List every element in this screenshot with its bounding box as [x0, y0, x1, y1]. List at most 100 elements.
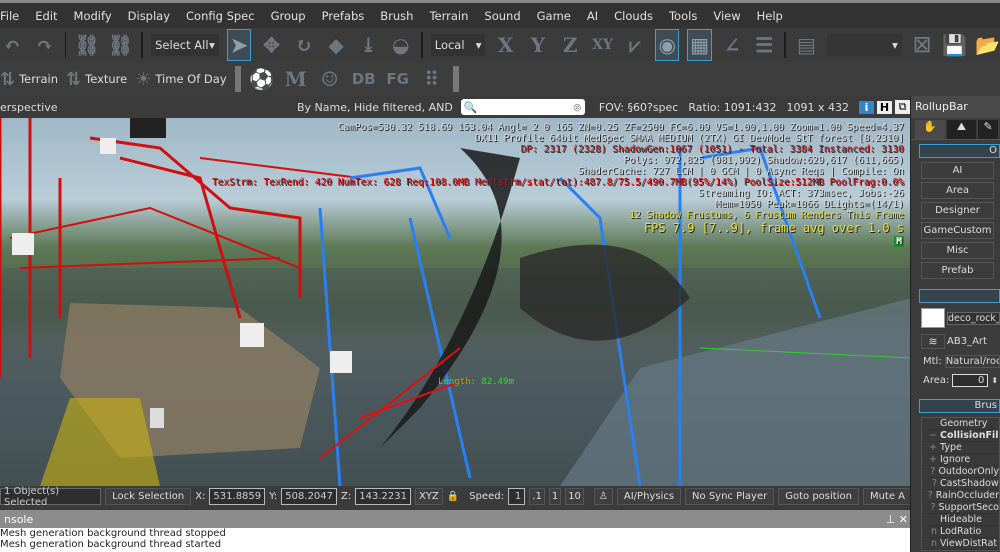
material-field[interactable]: Natural/rock: [944, 355, 1000, 368]
character-icon[interactable]: ☺: [317, 64, 343, 94]
property-row[interactable]: ? OutdoorOnly: [922, 466, 999, 478]
object-name-field[interactable]: deco_rock_f: [947, 311, 1000, 325]
property-row[interactable]: + Ignore: [922, 454, 999, 466]
object-type-designer-button[interactable]: Designer: [921, 202, 994, 219]
expand-icon[interactable]: +: [922, 442, 940, 453]
terrain-button[interactable]: ⇅ Terrain: [0, 69, 58, 90]
angle-snap-icon[interactable]: ∠: [720, 30, 744, 60]
brush-params-header[interactable]: Brus: [919, 399, 1000, 413]
collapse-icon[interactable]: −: [922, 430, 940, 441]
save-selection-icon[interactable]: 💾: [942, 30, 967, 60]
unlink-icon[interactable]: ⛓: [108, 30, 133, 60]
property-row[interactable]: − CollisionFil: [922, 430, 999, 442]
object-color-swatch[interactable]: [921, 308, 945, 328]
delete-selection-icon[interactable]: ☒: [910, 30, 934, 60]
redo-icon[interactable]: ↷: [32, 30, 56, 60]
place-icon[interactable]: ⤓: [356, 30, 380, 60]
property-row[interactable]: Hideable: [922, 514, 999, 526]
mute-audio-button[interactable]: Mute A: [862, 488, 912, 505]
objects-section-header[interactable]: O: [919, 144, 1000, 158]
property-row[interactable]: n ViewDistRat: [922, 538, 999, 550]
toolbar-grip[interactable]: [234, 66, 241, 92]
viewport-name[interactable]: erspective: [0, 101, 57, 114]
scale-icon[interactable]: ◆: [324, 30, 348, 60]
helpers-button[interactable]: H: [877, 100, 892, 114]
menu-modify[interactable]: Modify: [66, 9, 120, 23]
menu-file[interactable]: File: [0, 9, 27, 23]
rotate-icon[interactable]: ↻: [292, 30, 316, 60]
pin-close-icons[interactable]: ⊥ ✕: [886, 513, 908, 526]
menu-view[interactable]: View: [705, 9, 748, 23]
mannequin-icon[interactable]: M: [283, 64, 309, 94]
menu-game[interactable]: Game: [529, 9, 579, 23]
menu-terrain[interactable]: Terrain: [421, 9, 476, 23]
axis-xy-button[interactable]: XY: [590, 30, 614, 60]
speed-preset-10[interactable]: 10: [565, 488, 584, 505]
coord-system-dropdown[interactable]: Local ▾: [430, 34, 486, 56]
grid-icon[interactable]: ▦: [687, 29, 712, 61]
modeling-tab-pencil-icon[interactable]: ✎: [978, 120, 998, 139]
lock-selection-button[interactable]: Lock Selection: [105, 488, 192, 505]
axis-z-button[interactable]: Z: [558, 30, 582, 60]
area-field[interactable]: 0: [952, 374, 989, 387]
move-icon[interactable]: ✥: [259, 30, 283, 60]
area-spinner[interactable]: ⬍: [991, 376, 998, 385]
lock-icon[interactable]: 🔒: [447, 491, 459, 502]
object-type-misc-button[interactable]: Misc: [921, 242, 994, 259]
grid-dots-icon[interactable]: ⠿: [419, 64, 445, 94]
terrain-snap-icon[interactable]: ⩗: [623, 30, 647, 60]
objects-tab-hand-icon[interactable]: ✋: [915, 120, 945, 139]
info-button[interactable]: i: [859, 100, 874, 114]
menu-brush[interactable]: Brush: [372, 9, 421, 23]
menu-edit[interactable]: Edit: [27, 9, 65, 23]
no-sync-player-button[interactable]: No Sync Player: [685, 488, 775, 505]
console-output[interactable]: Mesh generation background thread stoppe…: [0, 528, 912, 552]
clear-icon[interactable]: ⊗: [573, 101, 582, 114]
z-coord-field[interactable]: 143.2231: [355, 488, 411, 505]
align-icon[interactable]: ☰: [752, 30, 776, 60]
link-icon[interactable]: ⛓: [74, 30, 99, 60]
object-type-prefab-button[interactable]: Prefab: [921, 262, 994, 279]
menu-prefabs[interactable]: Prefabs: [314, 9, 373, 23]
undo-icon[interactable]: ↶: [0, 30, 24, 60]
selection-set-dropdown[interactable]: ▾: [826, 34, 902, 56]
load-selection-icon[interactable]: 📂: [975, 30, 1000, 60]
property-row[interactable]: ? CastShadow: [922, 478, 999, 490]
eye-icon[interactable]: ◉: [654, 29, 680, 61]
menu-ai[interactable]: AI: [579, 9, 606, 23]
property-row[interactable]: + Type: [922, 442, 999, 454]
property-row[interactable]: ? RainOccluder: [922, 490, 999, 502]
x-coord-field[interactable]: 531.8859: [209, 488, 266, 505]
database-button[interactable]: DB: [351, 64, 377, 94]
xyz-button[interactable]: XYZ: [414, 488, 443, 505]
menu-clouds[interactable]: Clouds: [606, 9, 661, 23]
y-coord-field[interactable]: 508.2047: [281, 488, 338, 505]
texture-button[interactable]: ⇅ Texture: [66, 69, 127, 90]
axis-y-button[interactable]: Y: [526, 30, 550, 60]
ai-physics-button[interactable]: AI/Physics: [616, 488, 682, 505]
speed-preset-0-1[interactable]: .1: [529, 488, 545, 505]
property-row[interactable]: Geometry: [922, 418, 999, 430]
snap-terrain-icon[interactable]: ◒: [389, 30, 413, 60]
object-section-header[interactable]: [919, 289, 1000, 303]
physics-ball-icon[interactable]: ⚽: [249, 64, 275, 94]
menu-help[interactable]: Help: [749, 9, 791, 23]
toolbar-grip[interactable]: [452, 66, 459, 92]
menu-group[interactable]: Group: [263, 9, 314, 23]
goto-position-button[interactable]: Goto position: [778, 488, 859, 505]
viewport-search-input[interactable]: 🔍 ⊗: [460, 99, 585, 115]
layer-icon[interactable]: ≋: [921, 333, 945, 349]
property-row[interactable]: ? SupportSeco: [922, 502, 999, 514]
expand-icon[interactable]: +: [922, 454, 940, 465]
player-icon[interactable]: ♙: [593, 488, 613, 505]
select-arrow-icon[interactable]: ➤: [226, 29, 252, 61]
list-icon[interactable]: ▤: [794, 30, 818, 60]
select-filter-dropdown[interactable]: Select All ▾: [151, 34, 219, 56]
property-row[interactable]: n LodRatio: [922, 526, 999, 538]
menu-sound[interactable]: Sound: [476, 9, 528, 23]
object-type-area-button[interactable]: Area: [921, 182, 994, 199]
speed-preset-1[interactable]: 1: [548, 488, 562, 505]
maximize-viewport-icon[interactable]: ⧉: [895, 100, 910, 114]
terrain-tab-icon[interactable]: ⛰: [946, 120, 977, 139]
axis-x-button[interactable]: X: [493, 30, 517, 60]
